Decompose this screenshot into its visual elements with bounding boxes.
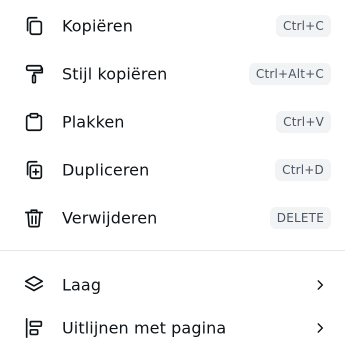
menu-item-label: Plakken bbox=[62, 112, 125, 132]
menu-item-label: Dupliceren bbox=[62, 160, 150, 180]
menu-item-delete[interactable]: Verwijderen DELETE bbox=[0, 195, 345, 241]
shortcut-badge: DELETE bbox=[269, 207, 331, 229]
chevron-right-icon bbox=[317, 323, 324, 333]
menu-item-duplicate[interactable]: Dupliceren Ctrl+D bbox=[0, 147, 345, 193]
menu-item-label: Kopiëren bbox=[62, 16, 133, 36]
menu-item-copy-style[interactable]: Stijl kopiëren Ctrl+Alt+C bbox=[0, 51, 345, 97]
menu-divider bbox=[0, 250, 345, 251]
menu-item-label: Stijl kopiëren bbox=[62, 64, 168, 84]
shortcut-badge: Ctrl+D bbox=[275, 159, 331, 181]
menu-item-label: Verwijderen bbox=[62, 208, 158, 228]
menu-item-align-to-page[interactable]: Uitlijnen met pagina bbox=[0, 305, 345, 343]
layers-icon bbox=[22, 273, 46, 297]
menu-item-label: Laag bbox=[62, 275, 102, 295]
menu-item-paste[interactable]: Plakken Ctrl+V bbox=[0, 99, 345, 145]
clipboard-icon bbox=[22, 110, 46, 134]
shortcut-badge: Ctrl+C bbox=[276, 15, 331, 37]
trash-icon bbox=[22, 206, 46, 230]
shortcut-badge: Ctrl+Alt+C bbox=[248, 63, 331, 85]
menu-item-copy[interactable]: Kopiëren Ctrl+C bbox=[0, 3, 345, 49]
chevron-right-icon bbox=[317, 280, 324, 290]
align-left-icon bbox=[22, 316, 46, 340]
context-menu: Kopiëren Ctrl+C Stijl kopiëren Ctrl+Alt+… bbox=[0, 0, 345, 343]
shortcut-badge: Ctrl+V bbox=[276, 111, 331, 133]
menu-item-label: Uitlijnen met pagina bbox=[62, 318, 227, 338]
copy-icon bbox=[22, 14, 46, 38]
duplicate-icon bbox=[22, 158, 46, 182]
menu-item-layer[interactable]: Laag bbox=[0, 262, 345, 308]
paint-roller-icon bbox=[22, 62, 46, 86]
